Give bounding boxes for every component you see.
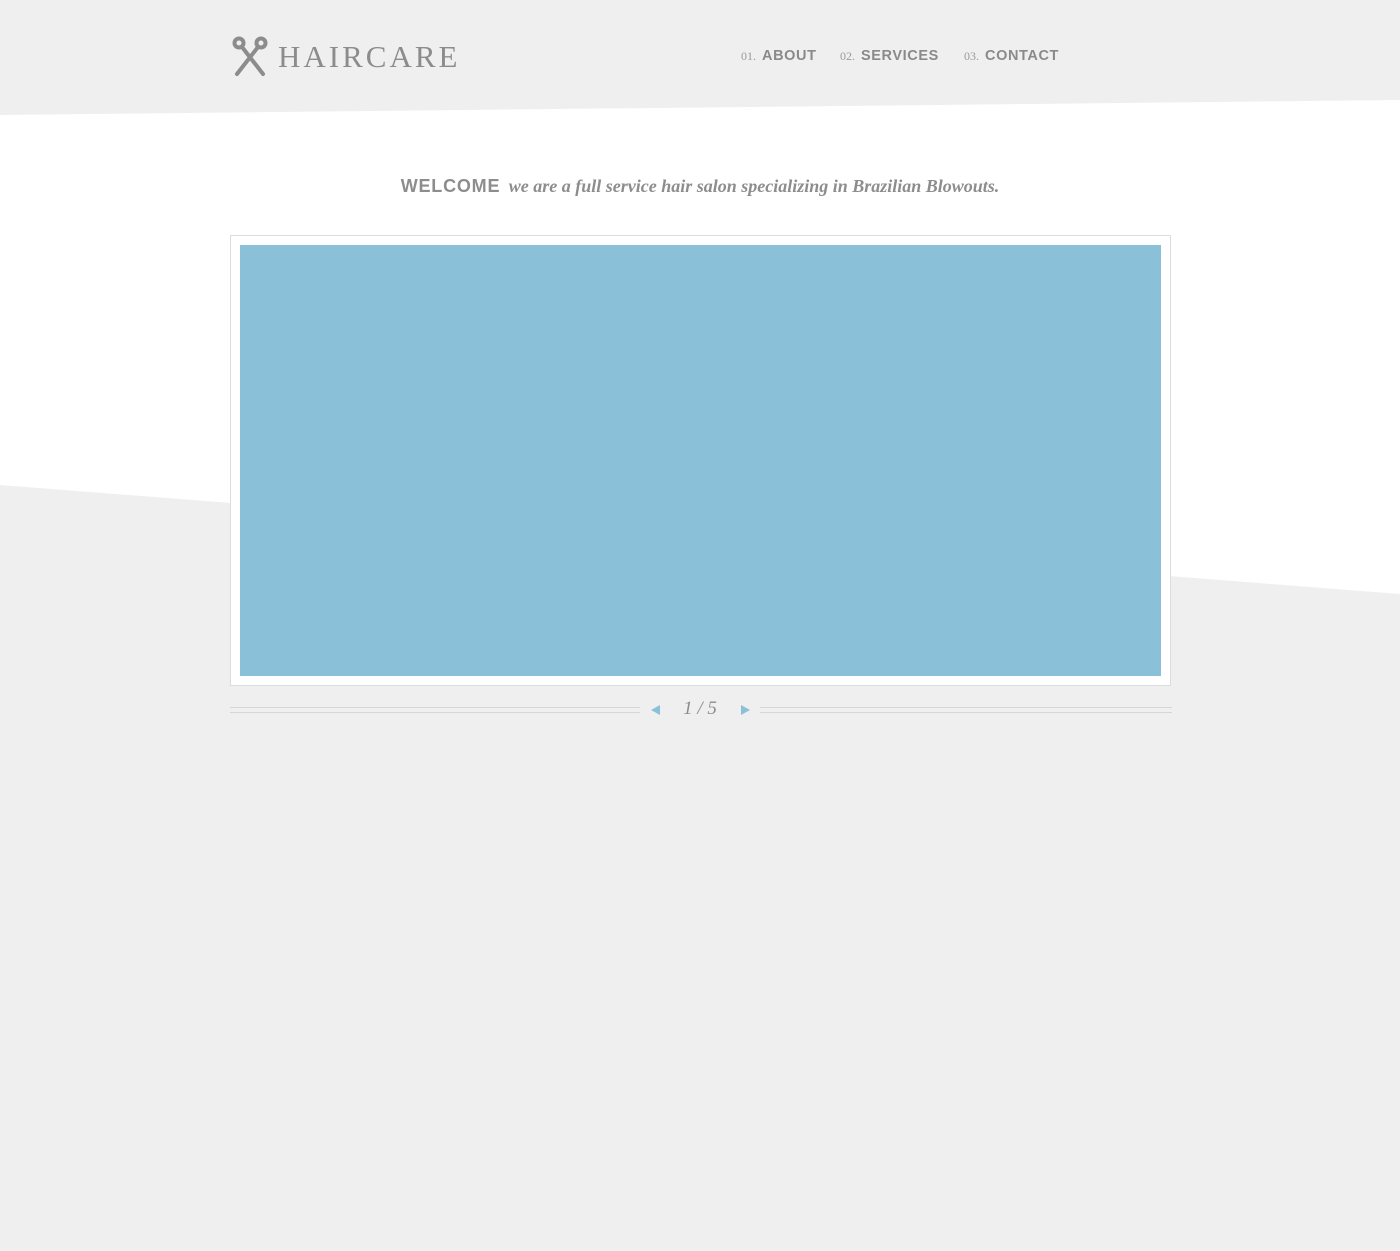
nav-item-contact[interactable]: 03. CONTACT bbox=[964, 48, 1059, 64]
welcome-tagline: we are a full service hair salon special… bbox=[508, 176, 1000, 196]
triangle-right-icon[interactable] bbox=[741, 705, 750, 715]
welcome-heading: WELCOME bbox=[400, 176, 501, 196]
nav-item-number: 01. bbox=[741, 49, 756, 63]
nav-item-label: SERVICES bbox=[861, 48, 939, 64]
pager-divider-right bbox=[760, 707, 1172, 713]
nav-item-label: ABOUT bbox=[762, 48, 817, 64]
slideshow-pager: 1 / 5 bbox=[230, 696, 1172, 726]
nav-item-services[interactable]: 02. SERVICES bbox=[840, 48, 939, 64]
nav-item-number: 02. bbox=[840, 49, 855, 63]
triangle-left-icon[interactable] bbox=[651, 705, 660, 715]
slide-counter: 1 / 5 bbox=[683, 698, 717, 719]
welcome-message: WELCOME we are a full service hair salon… bbox=[0, 176, 1400, 197]
nav-item-about[interactable]: 01. ABOUT bbox=[741, 48, 817, 64]
nav-item-label: CONTACT bbox=[985, 48, 1060, 64]
site-header: HAIRCARE 01. ABOUT 02. SERVICES 03. CONT… bbox=[0, 0, 1400, 110]
nav-item-number: 03. bbox=[964, 49, 979, 63]
main-nav: 01. ABOUT 02. SERVICES 03. CONTACT bbox=[0, 48, 1400, 72]
slideshow-frame bbox=[230, 235, 1171, 686]
slide-image bbox=[240, 245, 1161, 676]
pager-divider-left bbox=[230, 707, 640, 713]
